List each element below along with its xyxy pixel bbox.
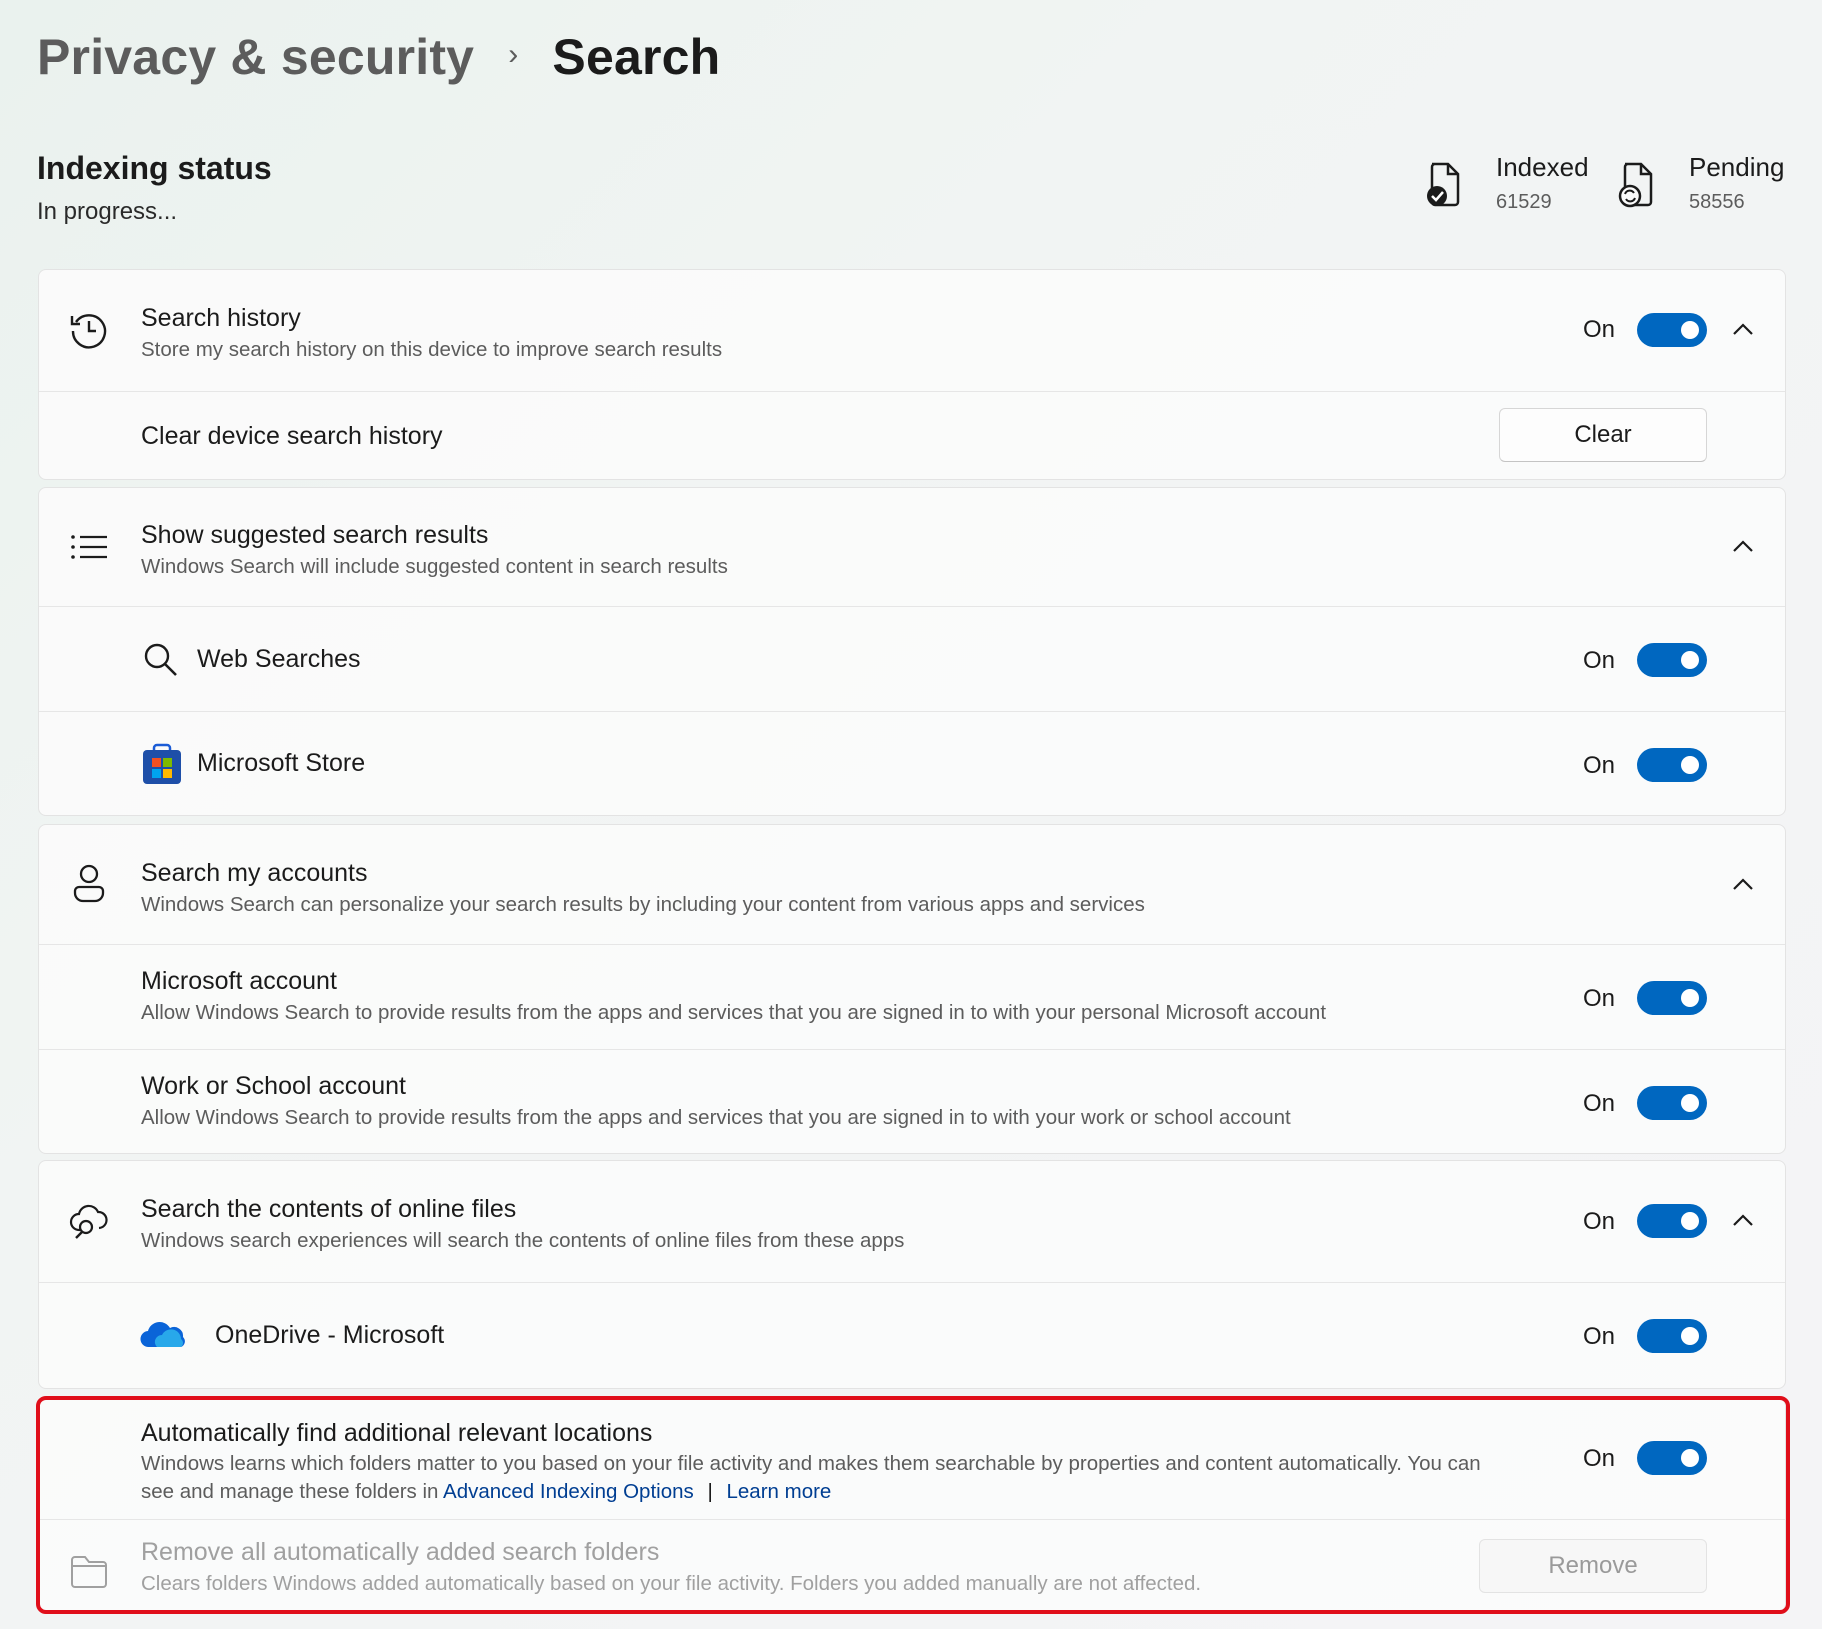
search-accounts-description: Windows Search can personalize your sear…	[141, 893, 1145, 916]
clear-history-row: Clear device search history Clear	[39, 391, 1785, 479]
search-history-toggle[interactable]	[1637, 313, 1707, 347]
online-files-title: Search the contents of online files	[141, 1195, 517, 1223]
work-account-toggle[interactable]	[1637, 1086, 1707, 1120]
web-searches-title: Web Searches	[197, 645, 361, 673]
microsoft-store-toggle[interactable]	[1637, 748, 1707, 782]
advanced-indexing-options-link[interactable]: Advanced Indexing Options	[443, 1480, 694, 1503]
remove-folders-title: Remove all automatically added search fo…	[141, 1538, 660, 1566]
online-files-toggle[interactable]	[1637, 1204, 1707, 1238]
auto-locations-title: Automatically find additional relevant l…	[141, 1419, 653, 1447]
onedrive-title: OneDrive - Microsoft	[215, 1321, 445, 1349]
suggested-results-title: Show suggested search results	[141, 521, 489, 549]
onedrive-row: OneDrive - Microsoft On	[39, 1282, 1785, 1388]
search-history-state: On	[1582, 316, 1615, 343]
microsoft-account-toggle[interactable]	[1637, 981, 1707, 1015]
auto-locations-description: Windows learns which folders matter to y…	[141, 1452, 1481, 1475]
pending-count: 58556	[1689, 191, 1745, 213]
microsoft-store-icon	[143, 743, 181, 784]
remove-folders-row: Remove all automatically added search fo…	[39, 1519, 1785, 1612]
breadcrumb-parent[interactable]: Privacy & security	[37, 28, 474, 86]
breadcrumb-separator: ›	[508, 38, 519, 71]
online-files-card: Search the contents of online files Wind…	[38, 1160, 1786, 1389]
onedrive-toggle[interactable]	[1637, 1319, 1707, 1353]
suggested-results-row[interactable]: Show suggested search results Windows Se…	[39, 488, 1785, 606]
suggested-results-card: Show suggested search results Windows Se…	[38, 487, 1786, 816]
web-searches-state: On	[1582, 647, 1615, 674]
auto-locations-card: Automatically find additional relevant l…	[38, 1398, 1786, 1612]
history-icon	[70, 314, 107, 349]
web-searches-toggle[interactable]	[1637, 643, 1707, 677]
microsoft-account-row: Microsoft account Allow Windows Search t…	[39, 944, 1785, 1049]
search-history-row[interactable]: Search history Store my search history o…	[39, 270, 1785, 391]
cloud-search-icon	[69, 1204, 108, 1239]
microsoft-account-state: On	[1582, 985, 1615, 1012]
search-history-card: Search history Store my search history o…	[38, 269, 1786, 480]
onedrive-state: On	[1582, 1323, 1615, 1350]
auto-locations-row: Automatically find additional relevant l…	[39, 1399, 1785, 1519]
remove-folders-description: Clears folders Windows added automatical…	[141, 1572, 1202, 1595]
online-files-description: Windows search experiences will search t…	[141, 1229, 905, 1252]
onedrive-icon	[140, 1322, 185, 1348]
search-icon	[144, 643, 177, 676]
chevron-up-icon[interactable]	[1729, 1207, 1757, 1235]
document-sync-icon	[1618, 162, 1653, 208]
search-accounts-card: Search my accounts Windows Search can pe…	[38, 824, 1786, 1154]
chevron-up-icon[interactable]	[1729, 316, 1757, 344]
search-history-title: Search history	[141, 304, 301, 332]
indexing-status-title: Indexing status	[37, 150, 272, 186]
work-account-row: Work or School account Allow Windows Sea…	[39, 1049, 1785, 1153]
search-history-description: Store my search history on this device t…	[141, 338, 723, 361]
indexing-status-text: In progress...	[37, 198, 178, 225]
auto-locations-toggle[interactable]	[1637, 1441, 1707, 1475]
auto-locations-description-cont: see and manage these folders in	[141, 1480, 439, 1503]
search-accounts-row[interactable]: Search my accounts Windows Search can pe…	[39, 825, 1785, 944]
chevron-up-icon[interactable]	[1729, 871, 1757, 899]
online-files-state: On	[1582, 1208, 1615, 1235]
microsoft-store-state: On	[1582, 752, 1615, 779]
auto-locations-links: see and manage these folders in Advanced…	[141, 1480, 831, 1504]
online-files-row[interactable]: Search the contents of online files Wind…	[39, 1161, 1785, 1282]
indexed-count: 61529	[1496, 191, 1552, 213]
document-check-icon	[1427, 162, 1460, 207]
suggested-results-description: Windows Search will include suggested co…	[141, 555, 728, 578]
person-icon	[73, 864, 105, 903]
work-account-state: On	[1582, 1090, 1615, 1117]
indexed-stat: Indexed 61529	[1424, 152, 1589, 214]
pending-label: Pending	[1689, 152, 1785, 182]
web-searches-row: Web Searches On	[39, 606, 1785, 711]
folder-icon	[71, 1556, 107, 1588]
breadcrumb: Privacy & security › Search	[37, 28, 720, 86]
clear-history-title: Clear device search history	[141, 422, 443, 450]
work-account-title: Work or School account	[141, 1072, 406, 1100]
page-title: Search	[552, 29, 721, 85]
microsoft-account-title: Microsoft account	[141, 967, 337, 995]
remove-button[interactable]: Remove	[1479, 1539, 1707, 1593]
microsoft-store-title: Microsoft Store	[197, 749, 366, 777]
chevron-up-icon[interactable]	[1729, 533, 1757, 561]
link-separator: |	[707, 1480, 713, 1503]
list-icon	[71, 535, 107, 559]
work-account-description: Allow Windows Search to provide results …	[141, 1106, 1291, 1129]
indexed-label: Indexed	[1496, 152, 1589, 182]
clear-button[interactable]: Clear	[1499, 408, 1707, 462]
microsoft-account-description: Allow Windows Search to provide results …	[141, 1001, 1327, 1024]
learn-more-link[interactable]: Learn more	[727, 1480, 832, 1503]
pending-stat: Pending 58556	[1617, 152, 1784, 214]
auto-locations-state: On	[1582, 1445, 1615, 1472]
microsoft-store-row: Microsoft Store On	[39, 711, 1785, 815]
search-accounts-title: Search my accounts	[141, 859, 368, 887]
